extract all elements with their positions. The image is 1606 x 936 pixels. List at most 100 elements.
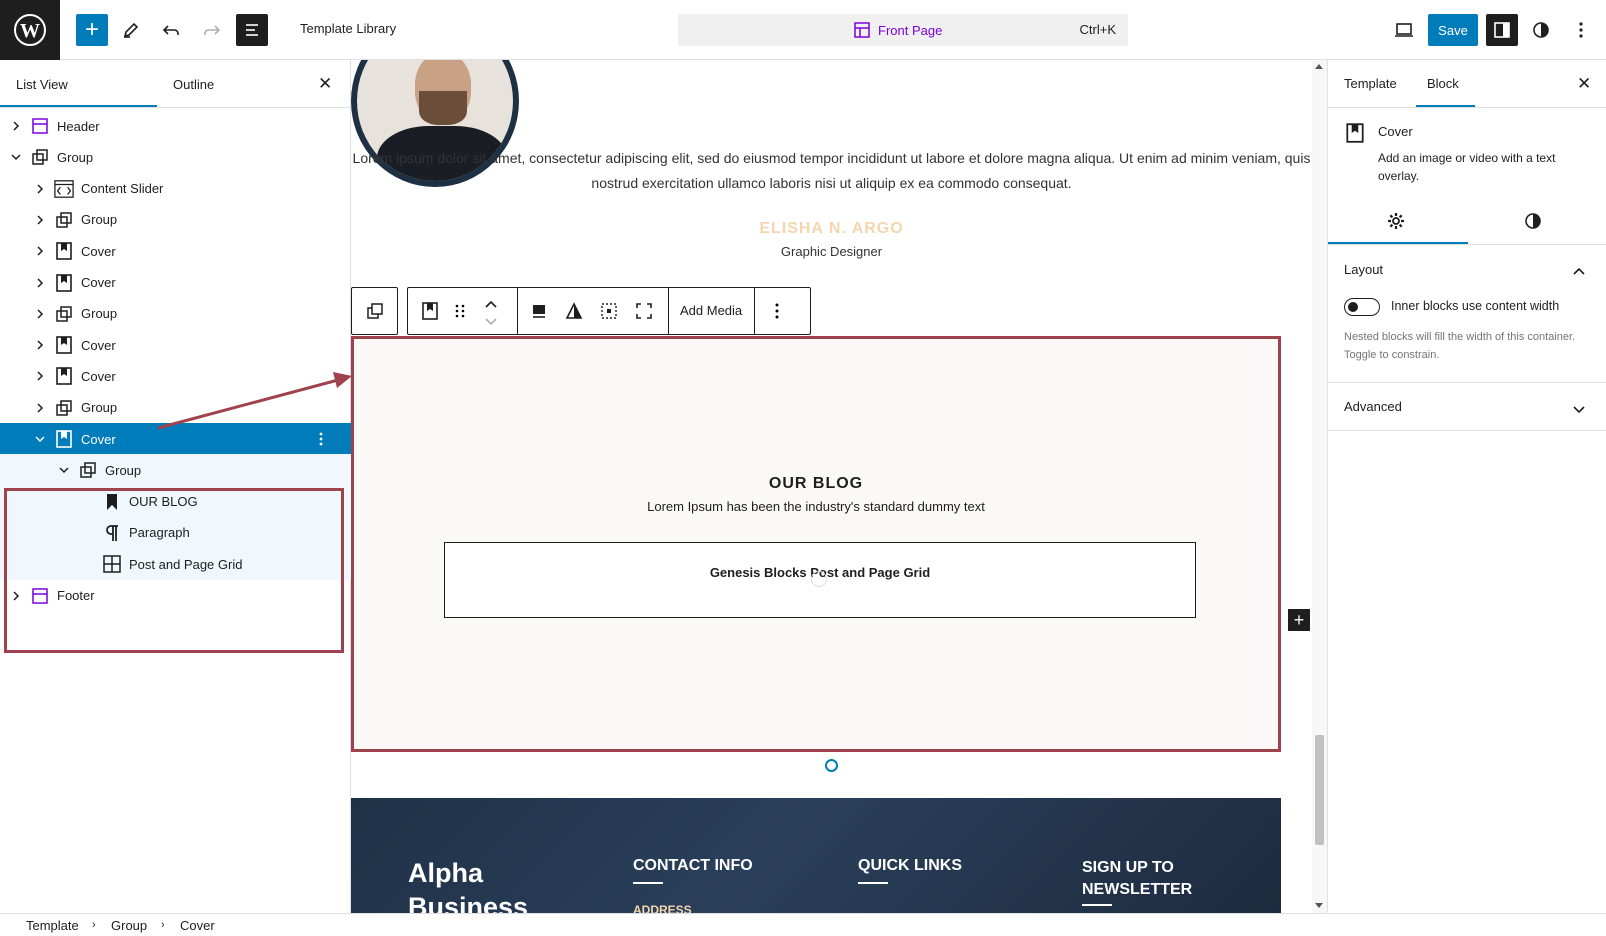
parent-block-button[interactable] [351,287,398,335]
loading-spinner-icon [811,571,827,587]
styles-icon[interactable] [1525,14,1557,46]
scrollbar-thumb[interactable] [1315,735,1324,845]
chevron-right-icon[interactable] [34,214,46,226]
chevron-down-icon[interactable] [1572,402,1586,420]
duotone-filter-icon[interactable] [564,301,584,326]
content-position-icon[interactable] [599,301,619,326]
cover-icon [54,335,74,355]
block-options-icon[interactable] [774,301,780,326]
list-item[interactable]: Cover [0,360,351,392]
tab-template[interactable]: Template [1344,76,1397,91]
chevron-down-icon[interactable] [10,151,22,163]
page-layout-icon [854,22,870,38]
contact-info-title: CONTACT INFO [633,857,753,874]
item-options-icon[interactable] [318,431,324,450]
list-item[interactable]: Group [0,454,351,487]
advanced-panel-title[interactable]: Advanced [1344,399,1402,414]
command-palette-bar[interactable]: Front Page Ctrl+K [678,14,1128,46]
block-card-title: Cover [1378,124,1413,139]
chevron-up-icon[interactable] [1572,263,1586,281]
top-toolbar: W + Template Library Front Page Ctrl+K S… [0,0,1606,60]
list-item-label: Group [57,149,94,165]
chevron-right-icon[interactable] [34,277,46,289]
resize-handle-icon[interactable] [825,759,838,772]
template-part-icon [30,116,50,136]
breadcrumb-item-template[interactable]: Template [26,918,79,933]
align-icon[interactable] [529,301,549,326]
chevron-down-icon[interactable] [34,433,46,445]
settings-sidebar-icon[interactable] [1486,14,1518,46]
wordpress-logo-icon[interactable]: W [0,0,60,60]
list-item[interactable]: Cover [0,423,351,455]
cover-block[interactable]: OUR BLOG Lorem Ipsum has been the indust… [351,336,1281,752]
content-width-toggle[interactable] [1344,298,1380,316]
styles-tab-icon[interactable] [1523,211,1543,236]
cover-icon [54,366,74,386]
chevron-right-icon[interactable] [10,120,22,132]
insert-block-icon[interactable]: + [1288,609,1310,631]
chevron-right-icon: › [92,919,96,931]
edit-tool-icon[interactable] [115,14,147,46]
drag-handle-icon[interactable] [454,301,466,326]
group-icon [54,304,74,324]
close-icon[interactable]: ✕ [318,75,332,92]
chevron-down-icon[interactable] [58,464,70,476]
chevron-right-icon[interactable] [34,245,46,257]
tab-block[interactable]: Block [1427,76,1459,91]
breadcrumb: Template › Group › Cover [0,913,1606,936]
left-panel-tabs: List View Outline ✕ [0,60,350,108]
chevron-right-icon[interactable] [34,183,46,195]
command-page-text: Front Page [878,22,943,38]
post-grid-placeholder[interactable]: Genesis Blocks Post and Page Grid [444,542,1196,618]
group-icon [366,303,383,319]
list-item-label: Cover [81,243,116,259]
canvas-scrollbar[interactable] [1312,60,1327,913]
move-down-icon[interactable] [484,314,498,332]
tab-list-view[interactable]: List View [16,77,68,92]
scroll-up-icon[interactable] [1315,64,1323,69]
layout-panel: Layout Inner blocks use content width Ne… [1328,245,1606,383]
add-block-button[interactable]: + [76,14,108,46]
html-icon [54,179,74,199]
close-icon[interactable]: ✕ [1577,75,1591,92]
tab-outline[interactable]: Outline [173,77,214,92]
add-media-button[interactable]: Add Media [680,303,742,318]
scroll-down-icon[interactable] [1315,903,1323,908]
breadcrumb-item-group[interactable]: Group [111,918,147,933]
cover-block-icon [1344,122,1366,149]
list-item[interactable]: Content Slider [0,173,351,205]
advanced-panel[interactable]: Advanced [1328,383,1606,431]
preview-device-icon[interactable] [1388,14,1420,46]
document-overview-icon[interactable] [236,14,268,46]
full-height-icon[interactable] [634,301,654,326]
list-item[interactable]: Group [0,141,351,173]
chevron-right-icon[interactable] [34,370,46,382]
options-menu-icon[interactable] [1565,14,1597,46]
list-item[interactable]: Cover [0,235,351,267]
chevron-right-icon[interactable] [34,339,46,351]
list-item-label: Group [81,400,118,416]
blog-heading: OUR BLOG [768,475,864,492]
redo-icon[interactable] [196,14,228,46]
list-item[interactable]: Group [0,298,351,330]
editor-canvas: Lorem ipsum dolor sit amet, consectetur … [351,60,1312,913]
list-item-label: Header [57,118,100,134]
move-up-icon[interactable] [484,296,498,314]
save-button[interactable]: Save [1428,14,1478,46]
chevron-right-icon[interactable] [34,402,46,414]
list-item[interactable]: Cover [0,267,351,299]
undo-icon[interactable] [155,14,187,46]
newsletter-line2: NEWSLETTER [1082,881,1193,898]
list-item[interactable]: Cover [0,329,351,361]
cover-block-type-icon[interactable] [420,301,440,326]
group-icon [54,210,74,230]
layout-panel-title[interactable]: Layout [1344,262,1383,277]
list-item[interactable]: Header [0,110,351,142]
command-page-label[interactable]: Front Page [853,21,942,39]
list-item[interactable]: Group [0,392,351,424]
settings-gear-icon[interactable] [1386,211,1406,236]
list-item[interactable]: Group [0,204,351,236]
chevron-right-icon[interactable] [34,308,46,320]
breadcrumb-item-cover[interactable]: Cover [180,918,215,933]
list-item-label: Cover [81,275,116,290]
